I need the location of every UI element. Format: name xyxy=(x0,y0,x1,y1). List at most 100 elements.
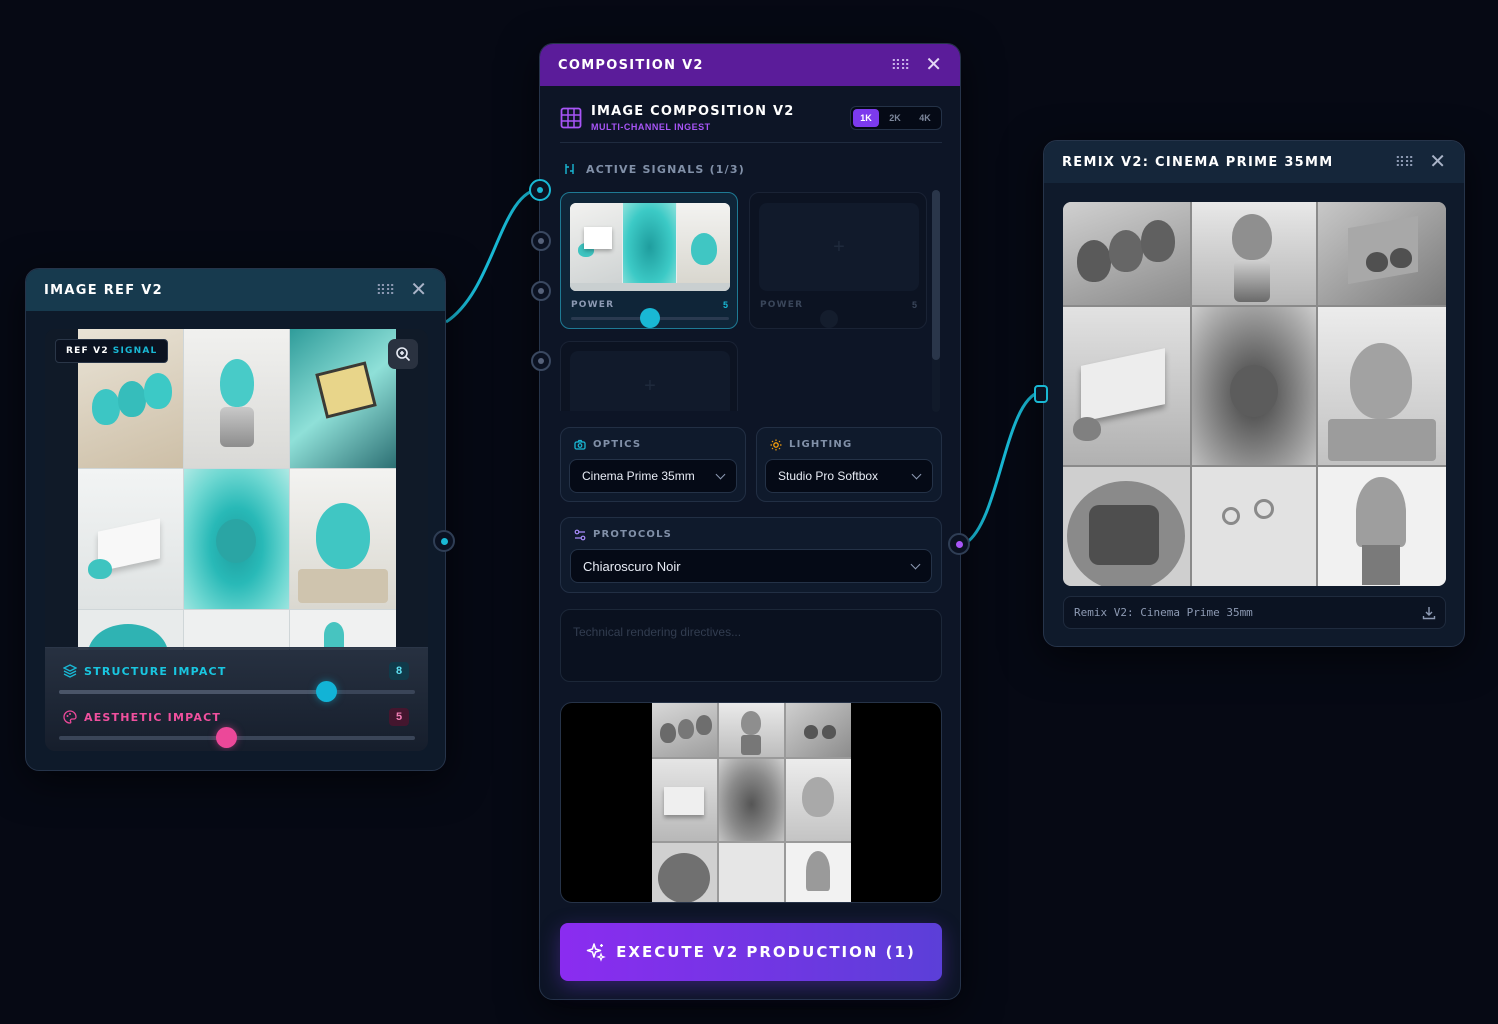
composition-header[interactable]: COMPOSITION V2 ⠿⠿ ✕ xyxy=(540,44,960,86)
signal-badge-prefix: REF V2 xyxy=(66,346,109,356)
protocols-panel: PROTOCOLS Chiaroscuro Noir xyxy=(560,517,942,593)
add-icon: + xyxy=(644,374,656,397)
image-ref-title: IMAGE REF V2 xyxy=(44,282,163,298)
input-port-2[interactable] xyxy=(531,231,551,251)
signal-badge-accent: SIGNAL xyxy=(112,346,158,356)
ref-image-grid xyxy=(78,329,396,650)
ref-tile-open-box xyxy=(78,469,183,609)
signal-slot-2[interactable]: + POWER 5 xyxy=(749,192,927,329)
chevron-down-icon xyxy=(715,469,726,479)
close-icon[interactable]: ✕ xyxy=(925,55,942,75)
directives-textarea[interactable]: Technical rendering directives... xyxy=(560,609,942,682)
wire-composition-to-remix xyxy=(965,390,1041,545)
slot-2-power-value: 5 xyxy=(912,300,918,310)
ref-tile-rings xyxy=(184,610,289,650)
palette-icon xyxy=(63,710,77,724)
grid-icon xyxy=(560,107,582,129)
slot-1-power-slider[interactable] xyxy=(571,308,729,328)
slot-1-power-label: POWER xyxy=(571,300,615,310)
protocols-label: PROTOCOLS xyxy=(593,529,673,540)
header-divider xyxy=(560,142,942,143)
slot-1-power-thumb[interactable] xyxy=(640,308,660,328)
protocols-value: Chiaroscuro Noir xyxy=(583,558,681,574)
optics-value: Cinema Prime 35mm xyxy=(582,469,695,483)
protocols-select[interactable]: Chiaroscuro Noir xyxy=(570,549,932,583)
drag-grip-icon[interactable]: ⠿⠿ xyxy=(891,58,910,72)
ref-tile-ice-cream xyxy=(184,469,289,609)
aesthetic-slider-thumb[interactable] xyxy=(215,727,237,748)
remix-node[interactable]: REMIX V2: CINEMA PRIME 35MM ⠿⠿ ✕ Remix V… xyxy=(1034,140,1465,647)
remix-header[interactable]: REMIX V2: CINEMA PRIME 35MM ⠿⠿ ✕ xyxy=(1044,141,1464,183)
signal-slot-1[interactable]: POWER 5 xyxy=(560,192,738,329)
remix-tile-1 xyxy=(1063,202,1190,305)
slot-2-empty-drop[interactable]: + xyxy=(759,203,919,291)
layers-icon xyxy=(63,664,77,678)
panel-subtitle: MULTI-CHANNEL INGEST xyxy=(591,122,711,132)
ref-output-port[interactable] xyxy=(433,530,455,552)
remix-tile-3 xyxy=(1318,202,1446,305)
remix-input-port[interactable] xyxy=(1034,385,1048,403)
remix-title: REMIX V2: CINEMA PRIME 35MM xyxy=(1062,154,1334,170)
close-icon[interactable]: ✕ xyxy=(1429,152,1446,172)
input-port-1[interactable] xyxy=(529,179,551,201)
ref-tile-plate xyxy=(78,610,183,650)
slot-1-thumbnail xyxy=(570,203,730,291)
execute-label: EXECUTE V2 PRODUCTION (1) xyxy=(616,943,916,961)
node-canvas[interactable]: IMAGE REF V2 ⠿⠿ ✕ REF V2 SIGNAL STRUCTUR… xyxy=(0,0,1498,1024)
wire-ref-to-composition xyxy=(445,187,542,324)
download-icon[interactable] xyxy=(1422,606,1436,620)
aesthetic-impact-value: 5 xyxy=(389,708,409,726)
remix-tile-8 xyxy=(1192,467,1316,586)
optics-select[interactable]: Cinema Prime 35mm xyxy=(569,459,737,493)
structure-slider-fill xyxy=(59,690,326,694)
composition-node[interactable]: COMPOSITION V2 ⠿⠿ ✕ IMAGE COMPOSITION V2… xyxy=(529,43,970,1000)
signal-slot-3[interactable]: + xyxy=(560,341,738,411)
input-port-4[interactable] xyxy=(531,351,551,371)
ref-image-frame: REF V2 SIGNAL STRUCTURE IMPACT 8 AESTHET… xyxy=(45,329,428,751)
structure-slider-thumb[interactable] xyxy=(315,681,337,702)
signals-scroll-thumb[interactable] xyxy=(932,190,940,360)
composition-output-port[interactable] xyxy=(948,533,970,555)
remix-tile-9 xyxy=(1318,467,1446,586)
resolution-2k[interactable]: 2K xyxy=(881,109,909,127)
remix-tile-7 xyxy=(1063,467,1190,586)
zoom-button[interactable] xyxy=(388,339,418,369)
signal-badge: REF V2 SIGNAL xyxy=(55,339,169,363)
image-ref-header[interactable]: IMAGE REF V2 ⠿⠿ ✕ xyxy=(26,269,445,311)
remix-caption-bar: Remix V2: Cinema Prime 35mm xyxy=(1063,596,1446,629)
remix-tile-2 xyxy=(1192,202,1316,305)
directives-placeholder: Technical rendering directives... xyxy=(573,625,742,639)
structure-impact-value: 8 xyxy=(389,662,409,680)
optics-label: OPTICS xyxy=(593,439,642,450)
remix-tile-4 xyxy=(1063,307,1190,465)
aesthetic-impact-slider[interactable] xyxy=(59,727,415,748)
ref-tile-egg-cup xyxy=(184,329,289,468)
impact-controls: STRUCTURE IMPACT 8 AESTHETIC IMPACT 5 xyxy=(45,647,428,751)
camera-icon xyxy=(574,439,586,450)
ref-tile-egg-tray xyxy=(290,469,396,609)
image-ref-node[interactable]: IMAGE REF V2 ⠿⠿ ✕ REF V2 SIGNAL STRUCTUR… xyxy=(25,268,455,771)
close-icon[interactable]: ✕ xyxy=(410,280,427,300)
slot-2-power-thumb[interactable] xyxy=(820,310,838,328)
active-signals-label: ACTIVE SIGNALS (1/3) xyxy=(586,163,745,176)
signals-scrollbar[interactable] xyxy=(932,190,940,412)
resolution-toggle: 1K 2K 4K xyxy=(850,106,942,130)
lighting-select[interactable]: Studio Pro Softbox xyxy=(765,459,933,493)
composition-title: COMPOSITION V2 xyxy=(558,57,704,73)
structure-impact-slider[interactable] xyxy=(59,681,415,702)
drag-grip-icon[interactable]: ⠿⠿ xyxy=(1395,155,1414,169)
drag-grip-icon[interactable]: ⠿⠿ xyxy=(376,283,395,297)
structure-impact-label: STRUCTURE IMPACT xyxy=(84,664,227,678)
resolution-4k[interactable]: 4K xyxy=(911,109,939,127)
execute-button[interactable]: EXECUTE V2 PRODUCTION (1) xyxy=(560,923,942,981)
resolution-1k[interactable]: 1K xyxy=(853,109,879,127)
preview-grid xyxy=(652,703,851,902)
remix-caption: Remix V2: Cinema Prime 35mm xyxy=(1074,606,1253,619)
protocols-icon xyxy=(574,529,586,541)
slot-2-power-label: POWER xyxy=(760,300,804,310)
input-port-3[interactable] xyxy=(531,281,551,301)
remix-tile-5 xyxy=(1192,307,1316,465)
ref-tile-cone xyxy=(290,610,396,650)
remix-tile-6 xyxy=(1318,307,1446,465)
lighting-panel: LIGHTING Studio Pro Softbox xyxy=(756,427,942,502)
